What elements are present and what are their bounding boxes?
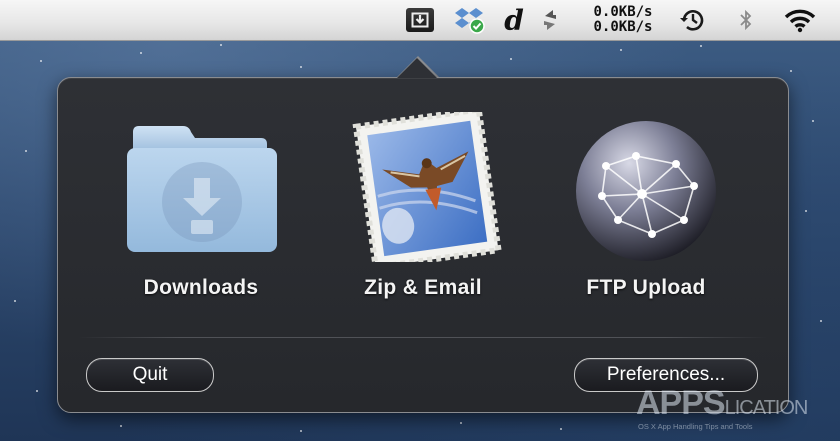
popover-divider (78, 337, 768, 338)
download-box-icon[interactable] (403, 0, 437, 40)
ftp-upload-label: FTP Upload (586, 276, 706, 299)
downloads-folder-icon (127, 126, 277, 252)
popover-pointer-fill (397, 58, 437, 78)
net-down-speed: 0.0KB/s (593, 19, 653, 35)
mail-stamp-icon (352, 112, 502, 262)
d-app-label: d (504, 3, 524, 37)
network-globe-icon (576, 121, 716, 261)
quit-button[interactable]: Quit (86, 358, 214, 392)
menu-bar: d 0.0KB/s 0.0KB/s (0, 0, 840, 41)
watermark-logo-text: APPSLICATION (636, 384, 809, 423)
downloads-action[interactable]: Downloads (91, 118, 311, 308)
d-app-icon[interactable]: d (500, 0, 528, 40)
net-up-speed: 0.0KB/s (593, 4, 653, 20)
time-machine-icon[interactable] (676, 0, 708, 40)
wifi-icon[interactable] (780, 0, 820, 40)
network-speed-readout[interactable]: 0.0KB/s 0.0KB/s (587, 0, 659, 40)
watermark-logo-main: APPS (636, 384, 726, 422)
ftp-upload-action[interactable]: FTP Upload (536, 118, 756, 308)
sync-arrows-icon[interactable] (538, 0, 562, 40)
dropbox-sync-icon[interactable] (452, 0, 488, 40)
bluetooth-icon[interactable] (736, 0, 756, 40)
action-popover: Downloads Zip & Email FTP Upload Quit Pr… (57, 58, 789, 413)
watermark-logo: APPSLICATION OS X App Handling Tips and … (636, 378, 840, 441)
watermark-tagline: OS X App Handling Tips and Tools (638, 422, 753, 431)
downloads-label: Downloads (143, 276, 259, 299)
watermark-logo-tail: LICATION (724, 397, 809, 419)
zip-email-action[interactable]: Zip & Email (313, 112, 533, 308)
zip-email-label: Zip & Email (364, 276, 482, 299)
